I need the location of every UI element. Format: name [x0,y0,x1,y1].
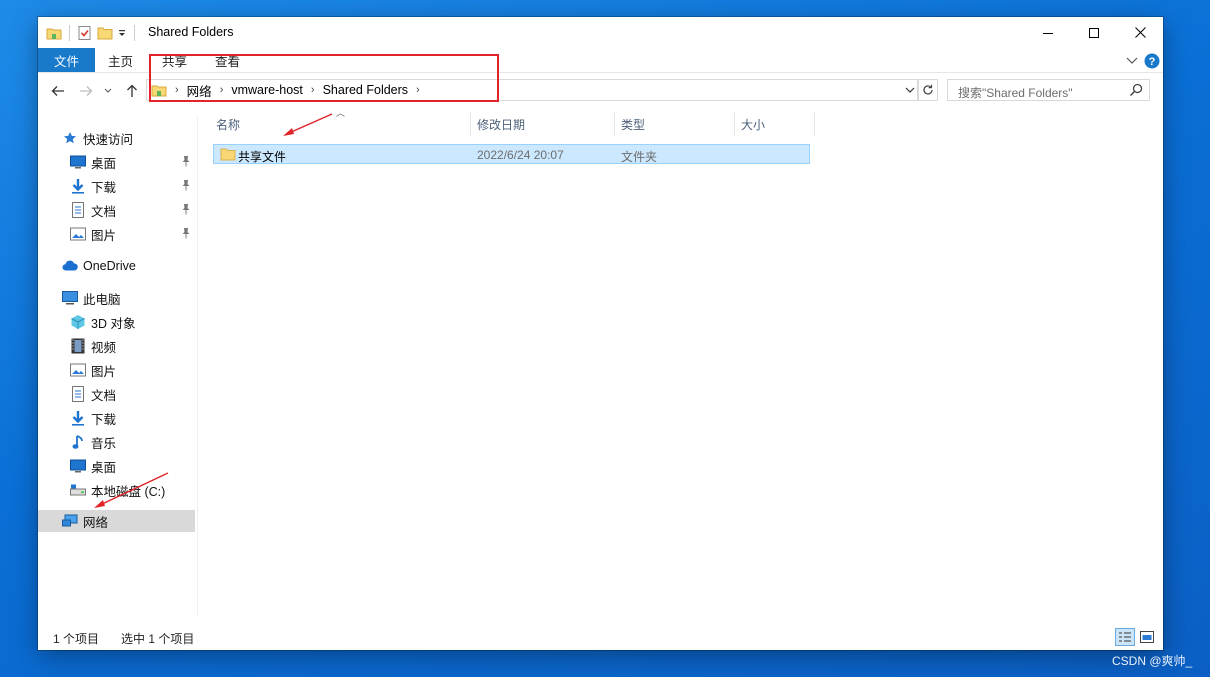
annotation-arrow-to-folder [283,113,333,136]
annotation-arrow-to-network [94,472,169,508]
watermark: CSDN @爽帅_ [1112,654,1193,668]
annotation-arrows [94,113,333,508]
